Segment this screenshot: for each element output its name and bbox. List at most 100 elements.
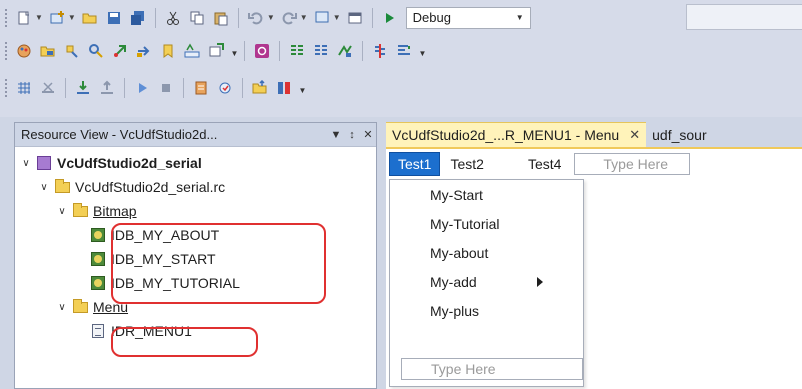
dropdown-item-label: My-add bbox=[430, 273, 477, 290]
chevron-down-icon[interactable]: ▼ bbox=[68, 13, 76, 22]
resource-view-panel: Resource View - VcUdfStudio2d... ▼ ↕ ✕ ∨… bbox=[14, 122, 377, 389]
toolbar-grip[interactable] bbox=[4, 40, 8, 61]
highlight-bitmaps-box bbox=[111, 223, 326, 304]
menu-item-test4[interactable]: Test4 bbox=[492, 152, 569, 176]
collapse-icon[interactable]: ∨ bbox=[19, 158, 33, 169]
menu-resource-icon bbox=[89, 323, 107, 339]
toolbar-separator bbox=[242, 77, 243, 98]
dropdown-item-my-start[interactable]: My-Start bbox=[390, 180, 583, 209]
toolbar-separator bbox=[244, 40, 245, 61]
toolbar-overflow-icon[interactable]: ▼ bbox=[230, 41, 239, 61]
toolbar-grip[interactable] bbox=[4, 7, 8, 28]
chevron-down-icon[interactable]: ▼ bbox=[267, 13, 275, 22]
tree-node-bitmap[interactable]: ∨ Bitmap bbox=[15, 199, 376, 223]
cut-icon[interactable] bbox=[162, 7, 184, 29]
menu-design-surface: Test1 Test2 Test4 Type Here My-Start My-… bbox=[386, 147, 802, 389]
bookmark-icon[interactable] bbox=[157, 40, 179, 62]
grid-icon[interactable] bbox=[13, 77, 35, 99]
align-icon[interactable] bbox=[310, 40, 332, 62]
standard-toolbar: ▼ ▼ ▼ ▼ ▼ Debug ▼ bbox=[0, 2, 802, 33]
test1-dropdown: My-Start My-Tutorial My-about My-add My-… bbox=[389, 179, 584, 387]
tab-udf-source[interactable]: udf_sour bbox=[646, 122, 712, 147]
save-all-icon[interactable] bbox=[127, 7, 149, 29]
tree-node-project[interactable]: ∨ VcUdfStudio2d_serial bbox=[15, 151, 376, 175]
move-next-icon[interactable] bbox=[133, 40, 155, 62]
redo-icon[interactable] bbox=[278, 7, 300, 29]
delete-row-icon[interactable] bbox=[37, 77, 59, 99]
undo-icon[interactable] bbox=[245, 7, 267, 29]
folder-icon[interactable] bbox=[37, 40, 59, 62]
dropdown-item-my-about[interactable]: My-about bbox=[390, 238, 583, 267]
document-tabs: VcUdfStudio2d_...R_MENU1 - Menu ✕ udf_so… bbox=[386, 122, 802, 147]
chevron-down-icon[interactable]: ▼ bbox=[35, 13, 43, 22]
folder-icon bbox=[71, 298, 89, 315]
toolbar-separator bbox=[362, 40, 363, 61]
paste-icon[interactable] bbox=[210, 7, 232, 29]
pin-icon[interactable]: ↕ bbox=[344, 129, 360, 141]
guides-icon[interactable] bbox=[369, 40, 391, 62]
navigate-icon[interactable] bbox=[311, 7, 333, 29]
resource-toolbar: ▼ ▼ bbox=[0, 35, 802, 66]
stop-icon[interactable] bbox=[155, 77, 177, 99]
layout-icon[interactable] bbox=[205, 40, 227, 62]
spacing-icon[interactable] bbox=[393, 40, 415, 62]
menu-item-test1[interactable]: Test1 bbox=[389, 152, 441, 176]
tab-menu-editor[interactable]: VcUdfStudio2d_...R_MENU1 - Menu ✕ bbox=[386, 122, 647, 147]
new-dropdown-item-field[interactable]: Type Here bbox=[401, 358, 583, 380]
solution-platform-select[interactable] bbox=[686, 4, 802, 30]
bitmap-icon bbox=[89, 251, 107, 267]
abc-icon[interactable] bbox=[181, 40, 203, 62]
move-up-icon[interactable] bbox=[109, 40, 131, 62]
columns-icon[interactable] bbox=[273, 77, 295, 99]
color-picker-icon[interactable] bbox=[13, 40, 35, 62]
tree-node-rc-file[interactable]: ∨ VcUdfStudio2d_serial.rc bbox=[15, 175, 376, 199]
new-menu-item-field[interactable]: Type Here bbox=[574, 153, 691, 175]
collapse-icon[interactable]: ∨ bbox=[55, 302, 69, 313]
play-icon[interactable] bbox=[131, 77, 153, 99]
menu-bar: Test1 Test2 Test4 Type Here bbox=[386, 151, 802, 177]
folder-icon bbox=[71, 202, 89, 219]
chevron-down-icon[interactable]: ▼ bbox=[333, 13, 341, 22]
close-icon[interactable]: ✕ bbox=[360, 128, 376, 141]
format-icon[interactable] bbox=[286, 40, 308, 62]
resource-symbol-icon[interactable] bbox=[61, 40, 83, 62]
resource-view-title: Resource View - VcUdfStudio2d... bbox=[21, 127, 218, 142]
toolbar-overflow-icon[interactable]: ▼ bbox=[418, 41, 427, 61]
tab-label: VcUdfStudio2d_...R_MENU1 - Menu bbox=[392, 127, 620, 143]
query-icon[interactable] bbox=[85, 40, 107, 62]
tab-order-icon[interactable] bbox=[334, 40, 356, 62]
open-file-icon[interactable] bbox=[249, 77, 271, 99]
save-icon[interactable] bbox=[103, 7, 125, 29]
import-icon[interactable] bbox=[72, 77, 94, 99]
copy-icon[interactable] bbox=[186, 7, 208, 29]
submenu-arrow-icon bbox=[537, 277, 543, 287]
dropdown-item-my-add[interactable]: My-add bbox=[390, 267, 583, 296]
toolbar-grip[interactable] bbox=[4, 77, 8, 98]
visual-studio-icon[interactable] bbox=[251, 40, 273, 62]
new-project-icon[interactable] bbox=[13, 7, 35, 29]
window-position-icon[interactable]: ▼ bbox=[328, 129, 344, 141]
collapse-icon[interactable]: ∨ bbox=[55, 206, 69, 217]
folder-icon bbox=[53, 178, 71, 195]
configuration-value: Debug bbox=[412, 10, 451, 25]
collapse-icon[interactable]: ∨ bbox=[37, 182, 51, 193]
menu-item-test2[interactable]: Test2 bbox=[440, 152, 491, 176]
toolbar-separator bbox=[237, 7, 239, 28]
properties-icon[interactable] bbox=[190, 77, 212, 99]
dropdown-item-my-plus[interactable]: My-plus bbox=[390, 296, 583, 325]
bitmap-icon bbox=[89, 275, 107, 291]
start-debug-icon[interactable] bbox=[379, 7, 401, 29]
dropdown-item-my-tutorial[interactable]: My-Tutorial bbox=[390, 209, 583, 238]
menu-editor: VcUdfStudio2d_...R_MENU1 - Menu ✕ udf_so… bbox=[386, 122, 802, 389]
toolbar-overflow-icon[interactable]: ▼ bbox=[298, 78, 307, 98]
highlight-menu-box bbox=[111, 327, 258, 357]
toolbar-area: ▼ ▼ ▼ ▼ ▼ Debug ▼ ▼ ▼ ▼ bbox=[0, 0, 802, 117]
close-icon[interactable]: ✕ bbox=[629, 127, 640, 143]
add-item-icon[interactable] bbox=[46, 7, 68, 29]
export-icon[interactable] bbox=[96, 77, 118, 99]
open-folder-icon[interactable] bbox=[79, 7, 101, 29]
class-wizard-icon[interactable] bbox=[214, 77, 236, 99]
chevron-down-icon[interactable]: ▼ bbox=[300, 13, 308, 22]
solution-configuration-select[interactable]: Debug ▼ bbox=[405, 6, 531, 29]
window-icon[interactable] bbox=[344, 7, 366, 29]
